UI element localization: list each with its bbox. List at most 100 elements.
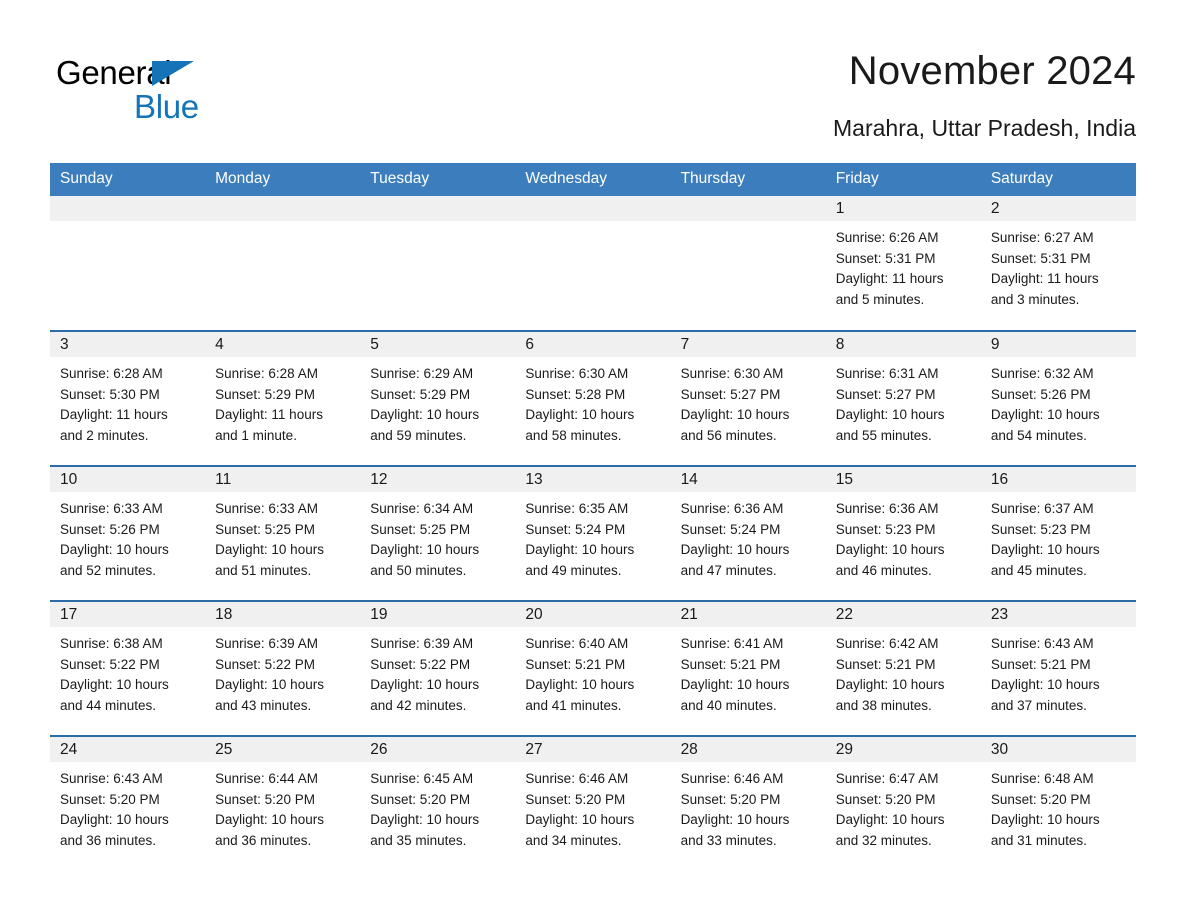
sunset-time: Sunset: 5:21 PM — [990, 656, 1091, 672]
calendar-day-cell[interactable]: 22 Sunrise: 6:42 AM Sunset: 5:21 PM Dayligh… — [825, 600, 981, 737]
calendar-day-cell[interactable]: 3 Sunrise: 6:28 AM Sunset: 5:30 PM Daylight… — [50, 330, 206, 467]
calendar-day-cell[interactable]: 17 Sunrise: 6:38 AM Sunset: 5:22 PM Dayligh… — [50, 600, 206, 737]
calendar-day-cell[interactable]: 2 Sunrise: 6:27 AM Sunset: 5:31 PM Daylight… — [980, 196, 1136, 331]
day-details: Sunrise: 6:26 AM Sunset: 5:31 PM Daylight:… — [826, 221, 981, 310]
daylight-duration-line1: Daylight: 11 hours — [215, 407, 323, 423]
sunrise-sunset-calendar: Sunday Monday Tuesday Wednesday Thursday… — [50, 163, 1136, 872]
calendar-day-cell[interactable]: 25 Sunrise: 6:44 AM Sunset: 5:20 PM Dayligh… — [205, 735, 361, 872]
daylight-duration-line1: Daylight: 10 hours — [370, 677, 480, 693]
sunrise-time: Sunrise: 6:33 AM — [215, 501, 318, 517]
calendar-day-cell[interactable]: 14 Sunrise: 6:36 AM Sunset: 5:24 PM Dayligh… — [670, 465, 826, 602]
calendar-day-cell[interactable]: 1 Sunrise: 6:26 AM Sunset: 5:31 PM Daylight… — [825, 196, 981, 331]
day-number: 4 — [205, 332, 361, 358]
day-details: Sunrise: 6:40 AM Sunset: 5:21 PM Daylight:… — [515, 627, 670, 716]
day-details: Sunrise: 6:48 AM Sunset: 5:20 PM Daylight:… — [981, 762, 1136, 851]
sunset-time: Sunset: 5:21 PM — [525, 656, 626, 672]
daylight-duration-line2: and 54 minutes. — [990, 427, 1087, 443]
general-blue-logo[interactable]: General Blue — [56, 46, 206, 123]
daylight-duration-line2: and 38 minutes. — [835, 697, 932, 713]
sunset-time: Sunset: 5:25 PM — [370, 521, 471, 537]
calendar-week-row: 24 Sunrise: 6:43 AM Sunset: 5:20 PM Dayligh… — [50, 735, 1136, 872]
calendar-day-cell[interactable]: 5 Sunrise: 6:29 AM Sunset: 5:29 PM Daylight… — [360, 330, 516, 467]
day-number: 3 — [50, 332, 206, 358]
daylight-duration-line2: and 42 minutes. — [370, 697, 467, 713]
sunrise-time: Sunrise: 6:39 AM — [370, 636, 474, 652]
sunrise-time: Sunrise: 6:41 AM — [680, 636, 784, 652]
day-details: Sunrise: 6:46 AM Sunset: 5:20 PM Daylight:… — [671, 762, 826, 851]
day-details: Sunrise: 6:37 AM Sunset: 5:23 PM Daylight:… — [981, 492, 1136, 581]
sunrise-time: Sunrise: 6:26 AM — [835, 230, 939, 246]
daylight-duration-line2: and 31 minutes. — [990, 832, 1087, 848]
calendar-day-cell[interactable]: 7 Sunrise: 6:30 AM Sunset: 5:27 PM Daylight… — [670, 330, 826, 467]
daylight-duration-line1: Daylight: 11 hours — [60, 407, 168, 423]
sunset-time: Sunset: 5:23 PM — [990, 521, 1091, 537]
calendar-day-cell[interactable]: 6 Sunrise: 6:30 AM Sunset: 5:28 PM Daylight… — [515, 330, 671, 467]
calendar-day-cell-empty — [205, 196, 361, 331]
day-details: Sunrise: 6:43 AM Sunset: 5:20 PM Daylight:… — [50, 762, 205, 851]
calendar-day-cell[interactable]: 9 Sunrise: 6:32 AM Sunset: 5:26 PM Daylight… — [980, 330, 1136, 467]
day-number: 28 — [670, 737, 826, 763]
calendar-day-cell[interactable]: 13 Sunrise: 6:35 AM Sunset: 5:24 PM Dayligh… — [515, 465, 671, 602]
calendar-day-cell[interactable]: 11 Sunrise: 6:33 AM Sunset: 5:25 PM Dayligh… — [205, 465, 361, 602]
calendar-day-cell[interactable]: 29 Sunrise: 6:47 AM Sunset: 5:20 PM Dayligh… — [825, 735, 981, 872]
sunrise-time: Sunrise: 6:39 AM — [215, 636, 318, 652]
calendar-day-cell[interactable]: 4 Sunrise: 6:28 AM Sunset: 5:29 PM Daylight… — [205, 330, 361, 467]
calendar-day-cell[interactable]: 30 Sunrise: 6:48 AM Sunset: 5:20 PM Dayligh… — [980, 735, 1136, 872]
sunset-time: Sunset: 5:30 PM — [60, 386, 160, 402]
triangle-icon — [152, 61, 194, 86]
calendar-day-cell[interactable]: 8 Sunrise: 6:31 AM Sunset: 5:27 PM Daylight… — [825, 330, 981, 467]
weekday-header-thursday: Thursday — [670, 163, 826, 197]
day-number: 12 — [360, 467, 516, 493]
sunrise-time: Sunrise: 6:40 AM — [525, 636, 629, 652]
daylight-duration-line2: and 36 minutes. — [215, 832, 312, 848]
daylight-duration-line1: Daylight: 10 hours — [215, 812, 324, 828]
day-details: Sunrise: 6:41 AM Sunset: 5:21 PM Daylight:… — [671, 627, 826, 716]
day-details: Sunrise: 6:29 AM Sunset: 5:29 PM Daylight:… — [360, 357, 515, 446]
sunrise-time: Sunrise: 6:43 AM — [60, 771, 163, 787]
calendar-day-cell[interactable]: 12 Sunrise: 6:34 AM Sunset: 5:25 PM Dayligh… — [360, 465, 516, 602]
sunrise-time: Sunrise: 6:46 AM — [680, 771, 784, 787]
calendar-day-cell-empty — [360, 196, 516, 331]
calendar-day-cell[interactable]: 27 Sunrise: 6:46 AM Sunset: 5:20 PM Dayligh… — [515, 735, 671, 872]
day-number: 30 — [980, 737, 1136, 763]
day-number: 2 — [980, 196, 1136, 222]
sunrise-time: Sunrise: 6:43 AM — [990, 636, 1094, 652]
sunrise-time: Sunrise: 6:42 AM — [835, 636, 939, 652]
daylight-duration-line2: and 33 minutes. — [680, 832, 777, 848]
sunset-time: Sunset: 5:24 PM — [525, 521, 626, 537]
calendar-day-cell[interactable]: 26 Sunrise: 6:45 AM Sunset: 5:20 PM Dayligh… — [360, 735, 516, 872]
sunrise-time: Sunrise: 6:29 AM — [370, 366, 474, 382]
daylight-duration-line2: and 2 minutes. — [60, 427, 149, 443]
calendar-day-cell[interactable]: 28 Sunrise: 6:46 AM Sunset: 5:20 PM Dayligh… — [670, 735, 826, 872]
day-number: 29 — [825, 737, 981, 763]
day-number: 10 — [50, 467, 206, 493]
day-details: Sunrise: 6:28 AM Sunset: 5:29 PM Daylight:… — [205, 357, 360, 446]
calendar-day-cell[interactable]: 19 Sunrise: 6:39 AM Sunset: 5:22 PM Dayligh… — [360, 600, 516, 737]
calendar-day-cell[interactable]: 24 Sunrise: 6:43 AM Sunset: 5:20 PM Dayligh… — [50, 735, 206, 872]
calendar-day-cell[interactable]: 15 Sunrise: 6:36 AM Sunset: 5:23 PM Dayligh… — [825, 465, 981, 602]
day-number: 6 — [515, 332, 671, 358]
calendar-day-cell[interactable]: 10 Sunrise: 6:33 AM Sunset: 5:26 PM Dayligh… — [50, 465, 206, 602]
daylight-duration-line1: Daylight: 10 hours — [525, 542, 635, 558]
sunset-time: Sunset: 5:20 PM — [60, 791, 160, 807]
daylight-duration-line2: and 55 minutes. — [835, 427, 932, 443]
daylight-duration-line1: Daylight: 10 hours — [990, 542, 1100, 558]
day-details: Sunrise: 6:36 AM Sunset: 5:23 PM Daylight:… — [826, 492, 981, 581]
sunrise-time: Sunrise: 6:27 AM — [990, 230, 1094, 246]
day-number: 17 — [50, 602, 206, 628]
calendar-day-cell[interactable]: 18 Sunrise: 6:39 AM Sunset: 5:22 PM Dayligh… — [205, 600, 361, 737]
daylight-duration-line2: and 50 minutes. — [370, 562, 467, 578]
daylight-duration-line2: and 1 minute. — [215, 427, 297, 443]
sunset-time: Sunset: 5:23 PM — [835, 521, 936, 537]
calendar-day-cell[interactable]: 23 Sunrise: 6:43 AM Sunset: 5:21 PM Dayligh… — [980, 600, 1136, 737]
daylight-duration-line2: and 51 minutes. — [215, 562, 312, 578]
day-details: Sunrise: 6:32 AM Sunset: 5:26 PM Daylight:… — [981, 357, 1136, 446]
sunrise-time: Sunrise: 6:32 AM — [990, 366, 1094, 382]
calendar-day-cell[interactable]: 21 Sunrise: 6:41 AM Sunset: 5:21 PM Dayligh… — [670, 600, 826, 737]
calendar-day-cell[interactable]: 16 Sunrise: 6:37 AM Sunset: 5:23 PM Dayligh… — [980, 465, 1136, 602]
sunrise-time: Sunrise: 6:44 AM — [215, 771, 318, 787]
day-number: 24 — [50, 737, 206, 763]
calendar-day-cell[interactable]: 20 Sunrise: 6:40 AM Sunset: 5:21 PM Dayligh… — [515, 600, 671, 737]
weekday-header-sunday: Sunday — [50, 163, 206, 197]
day-number: 9 — [980, 332, 1136, 358]
